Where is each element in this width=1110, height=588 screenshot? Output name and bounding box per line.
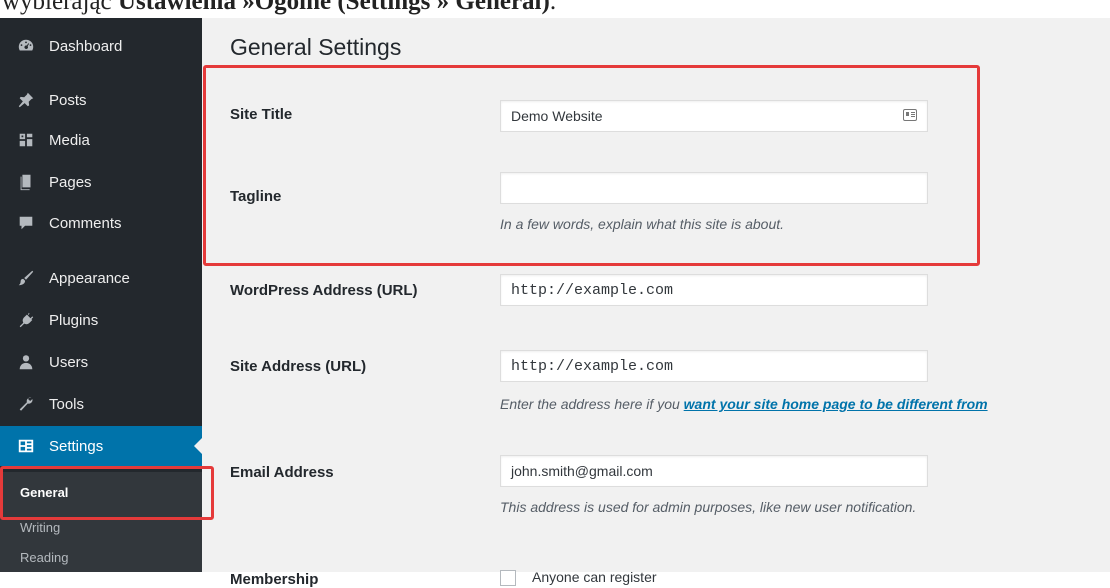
site-title-value: Demo Website — [511, 108, 603, 124]
sidebar-item-settings[interactable]: Settings — [0, 426, 202, 466]
sidebar-item-tools[interactable]: Tools — [0, 384, 202, 424]
admin-sidebar: Dashboard Posts Media Pages Comments App… — [0, 18, 202, 572]
email-value: john.smith@gmail.com — [511, 463, 653, 479]
membership-checkbox[interactable] — [500, 570, 516, 586]
settings-icon — [16, 436, 36, 456]
email-input[interactable]: john.smith@gmail.com — [500, 455, 928, 487]
brush-icon — [16, 268, 36, 288]
pin-icon — [16, 90, 36, 110]
page-title: General Settings — [230, 34, 402, 60]
tagline-input[interactable] — [500, 172, 928, 204]
site-address-description: Enter the address here if you want your … — [500, 396, 988, 412]
wrench-icon — [16, 394, 36, 414]
dashboard-icon — [16, 36, 36, 56]
site-address-value: http://example.com — [511, 357, 674, 375]
sidebar-item-comments[interactable]: Comments — [0, 203, 202, 243]
site-title-input[interactable]: Demo Website — [500, 100, 928, 132]
sidebar-item-label: Dashboard — [49, 37, 123, 55]
site-address-input[interactable]: http://example.com — [500, 350, 928, 382]
settings-content: General Settings Site Title Demo Website… — [202, 18, 1110, 588]
sidebar-item-posts[interactable]: Posts — [0, 80, 202, 120]
wp-address-value: http://example.com — [511, 281, 674, 299]
membership-label: Membership — [230, 571, 319, 588]
site-address-description-text: Enter the address here if you — [500, 396, 684, 412]
plug-icon — [16, 310, 36, 330]
site-address-help-link[interactable]: want your site home page to be different… — [684, 396, 988, 412]
sidebar-item-plugins[interactable]: Plugins — [0, 300, 202, 340]
media-icon — [16, 130, 36, 150]
pages-icon — [16, 172, 36, 192]
sidebar-item-label: Appearance — [49, 269, 130, 287]
active-menu-arrow — [194, 438, 202, 454]
submenu-item-reading[interactable]: Reading — [20, 550, 68, 565]
membership-checkbox-label: Anyone can register — [532, 569, 657, 585]
settings-submenu: General Writing Reading — [0, 472, 202, 572]
sidebar-item-dashboard[interactable]: Dashboard — [0, 26, 202, 66]
contact-card-icon[interactable] — [903, 109, 917, 121]
email-label: Email Address — [230, 464, 334, 481]
users-icon — [16, 352, 36, 372]
tagline-description: In a few words, explain what this site i… — [500, 216, 785, 232]
sidebar-item-label: Users — [49, 353, 89, 371]
sidebar-item-label: Pages — [49, 173, 92, 191]
sidebar-item-users[interactable]: Users — [0, 342, 202, 382]
sidebar-item-label: Posts — [49, 91, 87, 109]
site-title-label: Site Title — [230, 106, 293, 123]
sidebar-item-media[interactable]: Media — [0, 120, 202, 160]
email-description: This address is used for admin purposes,… — [500, 499, 917, 515]
sidebar-item-label: Comments — [49, 214, 122, 232]
sidebar-item-label: Plugins — [49, 311, 99, 329]
site-address-label: Site Address (URL) — [230, 358, 367, 375]
submenu-item-general[interactable]: General — [20, 485, 68, 500]
sidebar-item-label: Tools — [49, 395, 85, 413]
sidebar-item-label: Media — [49, 131, 90, 149]
sidebar-item-pages[interactable]: Pages — [0, 162, 202, 202]
sidebar-item-label: Settings — [49, 437, 104, 455]
comment-icon — [16, 213, 36, 233]
tagline-label: Tagline — [230, 188, 282, 205]
sidebar-item-appearance[interactable]: Appearance — [0, 258, 202, 298]
wp-address-label: WordPress Address (URL) — [230, 282, 418, 299]
submenu-item-writing[interactable]: Writing — [20, 520, 60, 535]
wp-address-input[interactable]: http://example.com — [500, 274, 928, 306]
page-caption: wybierając Ustawienia »Ogólne (Settings … — [2, 0, 557, 15]
